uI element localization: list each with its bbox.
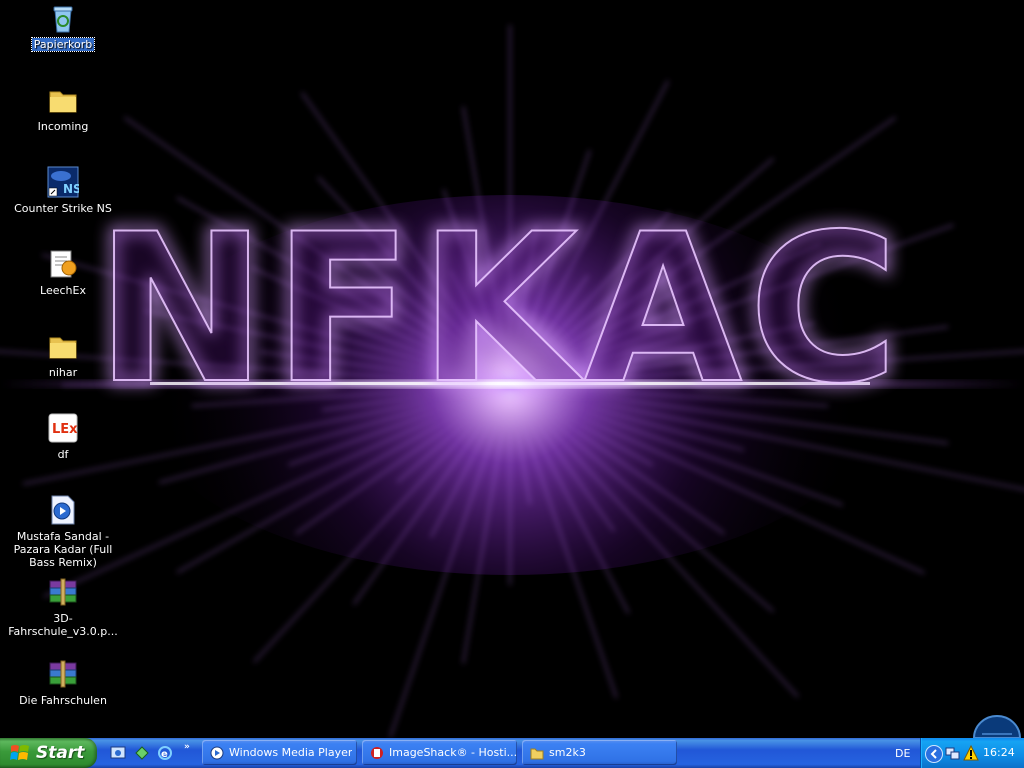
show-desktop-icon[interactable]	[110, 745, 126, 761]
desktop-icon-incoming[interactable]: Incoming	[0, 84, 126, 133]
task-button-windows-media-player[interactable]: Windows Media Player	[202, 740, 357, 765]
desktop-gadget-icon[interactable]	[972, 708, 1022, 738]
lex-document-icon: LEx	[47, 412, 79, 444]
wallpaper-text-outline: NFKAC	[95, 191, 905, 429]
language-indicator[interactable]: DE	[895, 747, 910, 760]
svg-text:e: e	[161, 749, 168, 760]
svg-text:NS: NS	[63, 182, 79, 196]
folder-icon	[47, 330, 79, 362]
leechex-icon	[47, 248, 79, 280]
desktop-icon-3d-fahrschule[interactable]: 3D-Fahrschule_v3.0.p...	[0, 576, 126, 638]
show-hidden-icons-icon[interactable]	[925, 745, 943, 763]
windows-logo-icon	[10, 745, 29, 760]
desktop-icon-label: Die Fahrschulen	[19, 694, 107, 707]
desktop-icon-mustafa-sandal[interactable]: Mustafa Sandal - Pazara Kadar (Full Bass…	[0, 494, 126, 569]
system-tray: 16:24	[920, 738, 1024, 768]
desktop[interactable]: NFKAC NFKAC Papierkorb Incoming NS Count…	[0, 0, 1024, 738]
folder-icon	[47, 84, 79, 116]
desktop-icon-die-fahrschulen[interactable]: Die Fahrschulen	[0, 658, 126, 707]
wallpaper-nfkac: NFKAC NFKAC	[0, 25, 1024, 738]
task-label: sm2k3	[549, 746, 586, 759]
desktop-icon-counter-strike-ns[interactable]: NS Counter Strike NS	[0, 166, 126, 215]
start-button[interactable]: Start	[0, 738, 97, 768]
taskbar: Start e » Windows Media Player ImageShac…	[0, 738, 1024, 768]
winrar-archive-icon	[47, 576, 79, 608]
task-button-imageshack[interactable]: ImageShack® - Hosti...	[362, 740, 517, 765]
counter-strike-shortcut-icon: NS	[47, 166, 82, 198]
task-label: ImageShack® - Hosti...	[389, 746, 517, 759]
media-file-icon	[47, 494, 79, 526]
desktop-icon-papierkorb[interactable]: Papierkorb	[0, 2, 126, 52]
clock[interactable]: 16:24	[983, 746, 1015, 759]
network-icon[interactable]	[134, 745, 150, 761]
start-label: Start	[36, 743, 85, 763]
task-button-sm2k3[interactable]: sm2k3	[522, 740, 677, 765]
security-alert-icon[interactable]	[963, 744, 979, 761]
internet-explorer-icon[interactable]: e	[157, 745, 173, 761]
desktop-icon-label: nihar	[48, 366, 78, 379]
media-player-icon	[210, 746, 224, 759]
task-label: Windows Media Player	[229, 746, 353, 759]
desktop-icon-label: Mustafa Sandal - Pazara Kadar (Full Bass…	[13, 530, 113, 569]
desktop-icon-label: Counter Strike NS	[14, 202, 112, 215]
quick-launch-overflow-icon[interactable]: »	[184, 742, 190, 752]
desktop-icon-label: Papierkorb	[30, 37, 96, 52]
svg-text:LEx: LEx	[52, 422, 78, 437]
desktop-icon-nihar[interactable]: nihar	[0, 330, 126, 379]
network-connection-icon[interactable]	[945, 745, 961, 761]
imageshack-icon	[371, 746, 383, 759]
desktop-icon-label: 3D-Fahrschule_v3.0.p...	[8, 612, 118, 638]
desktop-icon-label: Incoming	[37, 120, 89, 133]
desktop-icon-df[interactable]: LEx df	[0, 412, 126, 461]
folder-icon	[530, 748, 544, 759]
desktop-icon-leechex[interactable]: LeechEx	[0, 248, 126, 297]
winrar-archive-icon	[47, 658, 79, 690]
desktop-icon-label: df	[57, 448, 69, 461]
recycle-bin-icon	[47, 2, 79, 34]
desktop-icon-label: LeechEx	[40, 284, 86, 297]
